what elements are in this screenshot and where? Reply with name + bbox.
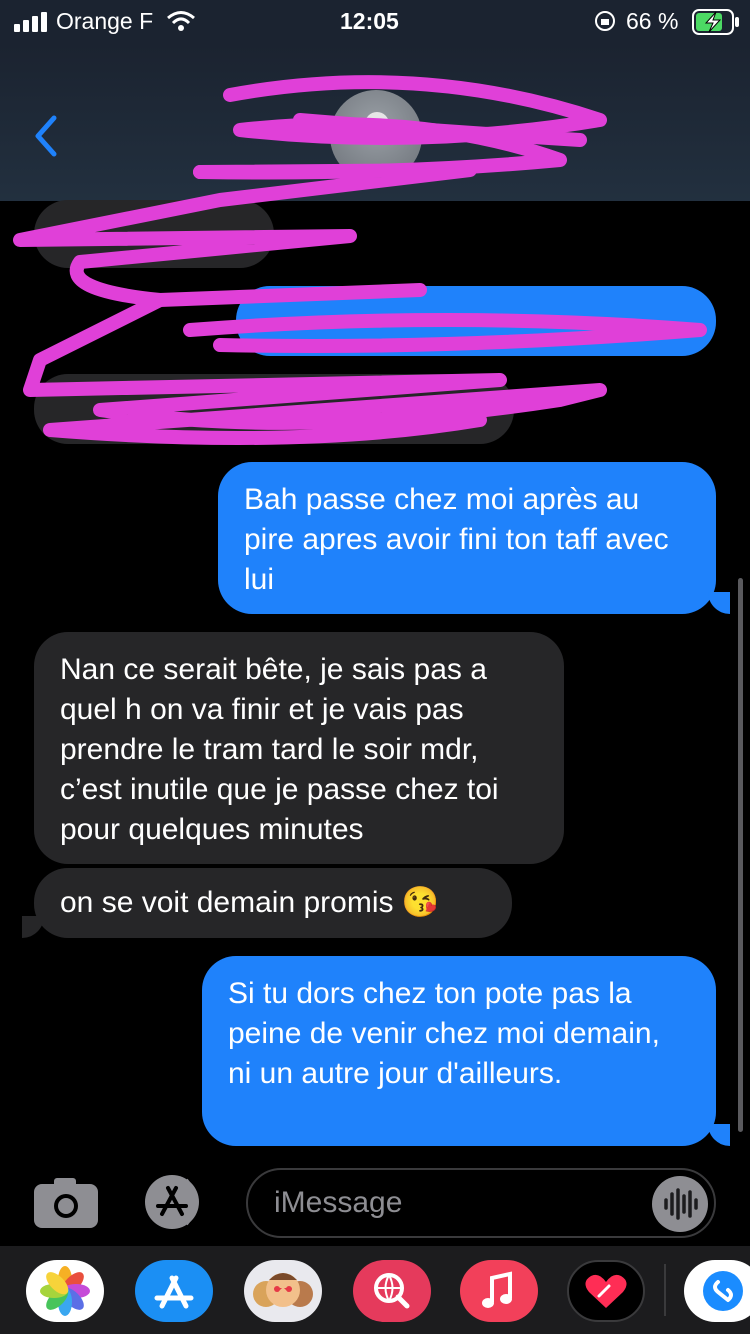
received-message-bubble[interactable]: Nan ce serait bête, je sais pas a quel h… bbox=[34, 632, 564, 864]
battery-percent: 66 % bbox=[626, 8, 679, 34]
scroll-indicator[interactable] bbox=[738, 578, 743, 1132]
music-app-icon[interactable] bbox=[460, 1260, 538, 1322]
sent-message-bubble[interactable]: Bah passe chez moi après au pire apres a… bbox=[218, 462, 716, 614]
memoji-app-icon[interactable] bbox=[244, 1260, 322, 1322]
camera-icon[interactable] bbox=[34, 1176, 98, 1228]
bubble-tail bbox=[708, 1124, 730, 1146]
photos-app-icon[interactable] bbox=[26, 1260, 104, 1322]
imessage-input[interactable]: iMessage bbox=[246, 1168, 716, 1238]
conversation-header bbox=[0, 44, 750, 201]
battery-charging-icon bbox=[692, 9, 739, 35]
input-placeholder: iMessage bbox=[274, 1186, 403, 1219]
message-text: Si tu dors chez ton pote pas la peine de… bbox=[228, 977, 660, 1090]
redacted-sent-bubble bbox=[236, 286, 716, 356]
message-text: Nan ce serait bête, je sais pas a quel h… bbox=[60, 653, 499, 846]
wifi-icon bbox=[167, 11, 195, 31]
clock: 12:05 bbox=[340, 8, 399, 34]
back-chevron-icon[interactable] bbox=[32, 114, 60, 158]
received-message-bubble[interactable]: on se voit demain promis 😘 bbox=[34, 868, 512, 938]
sent-message-bubble[interactable]: Si tu dors chez ton pote pas la peine de… bbox=[202, 956, 716, 1146]
bubble-tail bbox=[708, 592, 730, 614]
status-bar: Orange F 12:05 66 % bbox=[0, 0, 750, 44]
carrier-label: Orange F bbox=[56, 8, 154, 34]
dock-divider bbox=[664, 1264, 666, 1316]
shazam-app-icon[interactable] bbox=[684, 1260, 750, 1322]
message-text: Bah passe chez moi après au pire apres a… bbox=[244, 483, 669, 596]
app-store-app-icon[interactable] bbox=[135, 1260, 213, 1322]
signal-icon bbox=[14, 12, 47, 32]
orientation-lock-icon bbox=[595, 11, 615, 31]
search-web-app-icon[interactable] bbox=[353, 1260, 431, 1322]
redacted-received-bubble bbox=[34, 374, 514, 444]
audio-waveform-icon[interactable] bbox=[652, 1176, 708, 1232]
bubble-tail bbox=[22, 916, 44, 938]
contact-avatar[interactable] bbox=[330, 90, 422, 182]
app-store-icon[interactable] bbox=[140, 1174, 212, 1230]
avatar-silhouette-icon bbox=[365, 112, 389, 136]
digital-touch-app-icon[interactable] bbox=[567, 1260, 645, 1322]
message-text: on se voit demain promis 😘 bbox=[60, 886, 440, 919]
app-drawer bbox=[0, 1246, 750, 1334]
redacted-received-bubble bbox=[34, 200, 274, 268]
